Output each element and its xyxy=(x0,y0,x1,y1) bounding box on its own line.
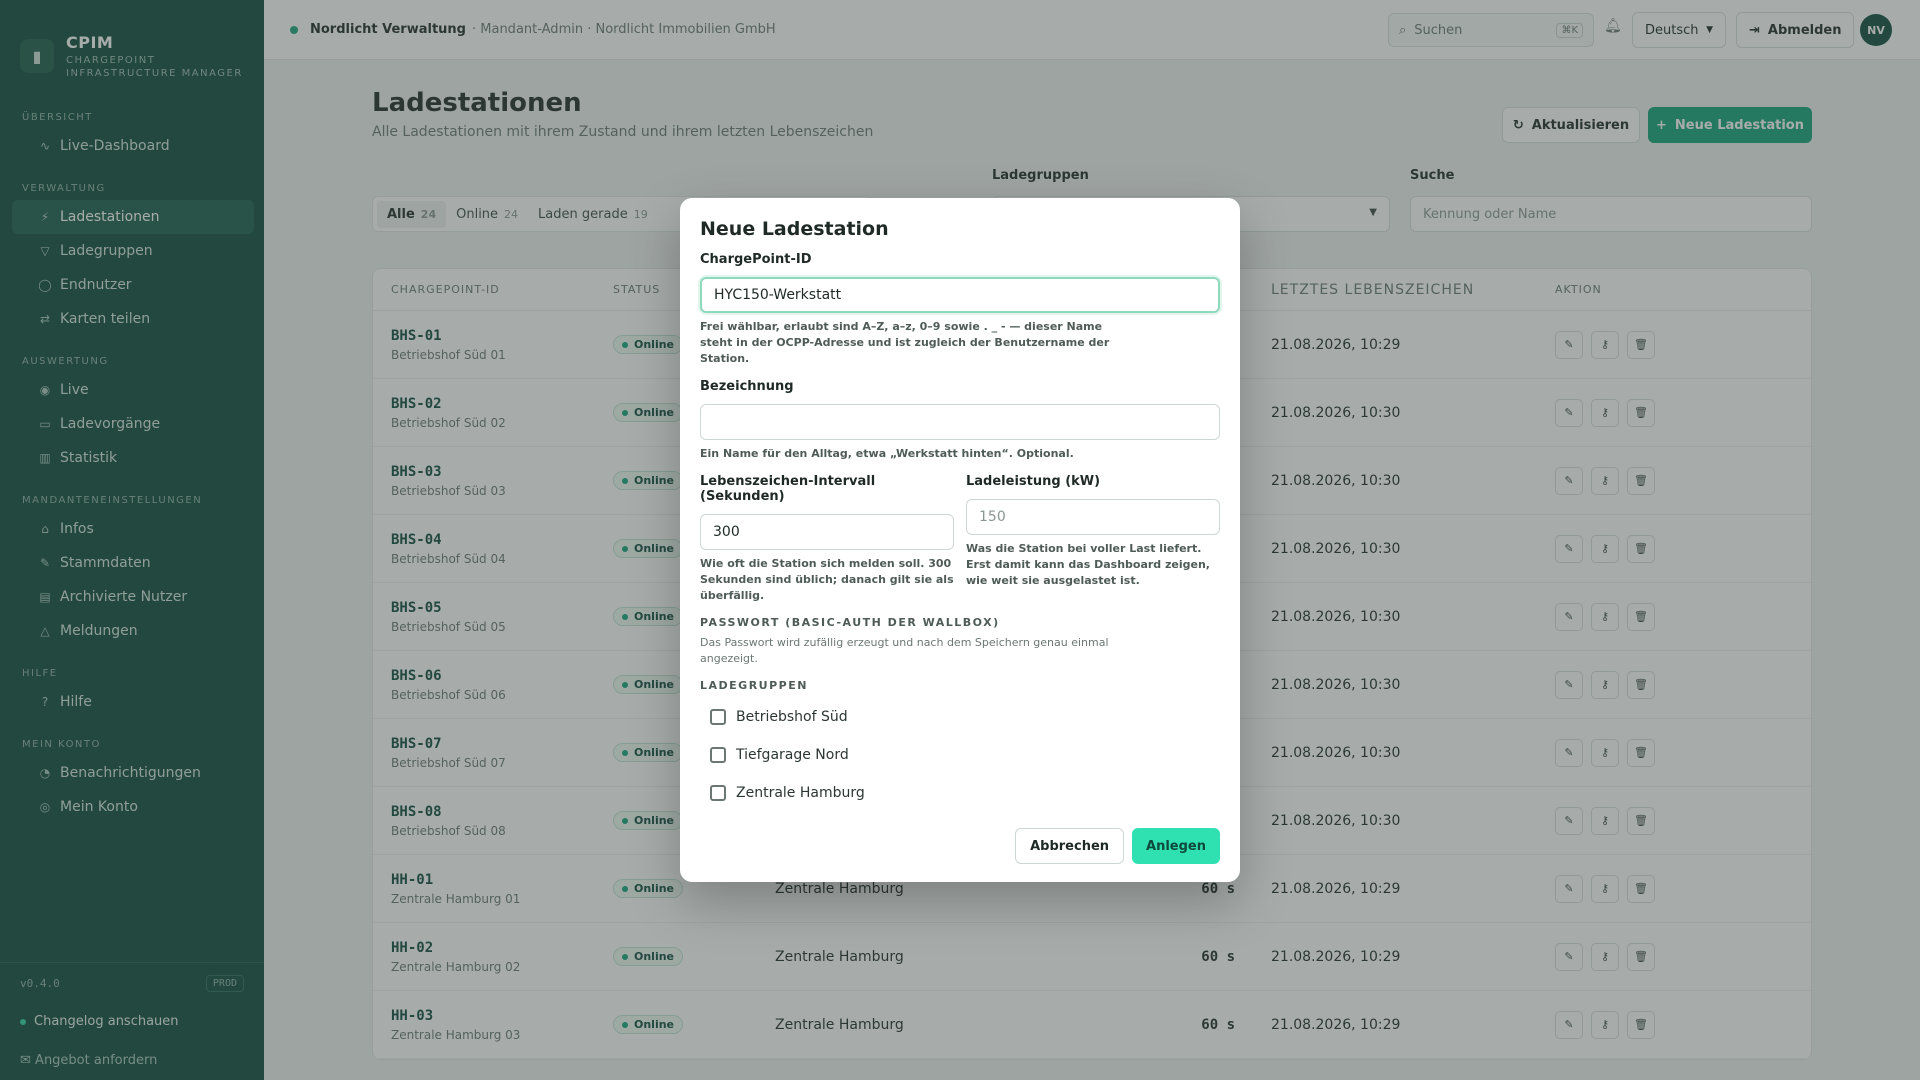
groups-checkbox-list: Betriebshof Süd Tiefgarage Nord Zentrale… xyxy=(700,698,1220,812)
group-checkbox-label: Tiefgarage Nord xyxy=(736,747,849,763)
interval-hint: Wie oft die Station sich melden soll. 30… xyxy=(700,557,954,602)
checkbox[interactable] xyxy=(710,747,726,763)
group-checkbox-label: Zentrale Hamburg xyxy=(736,785,865,801)
checkbox[interactable] xyxy=(710,709,726,725)
interval-input[interactable]: 300 xyxy=(700,514,954,550)
name-label: Bezeichnung xyxy=(700,379,794,394)
group-checkbox-row[interactable]: Zentrale Hamburg xyxy=(700,774,1220,812)
power-label: Ladeleistung (kW) xyxy=(966,474,1101,489)
new-station-dialog: Neue Ladestation ChargePoint-ID HYC150-W… xyxy=(680,198,1240,882)
groups-caption: LADEGRUPPEN xyxy=(700,679,808,692)
name-hint: Ein Name für den Alltag, etwa „Werkstatt… xyxy=(700,447,1074,460)
dialog-actions: Abbrechen Anlegen xyxy=(1015,828,1220,864)
checkbox[interactable] xyxy=(710,785,726,801)
chargepoint-id-label: ChargePoint-ID xyxy=(700,252,812,267)
password-caption: PASSWORT (BASIC-AUTH DER WALLBOX) xyxy=(700,616,1000,629)
group-checkbox-label: Betriebshof Süd xyxy=(736,709,848,725)
name-input[interactable] xyxy=(700,404,1220,440)
chargepoint-id-input[interactable]: HYC150-Werkstatt xyxy=(700,277,1220,313)
interval-label: Lebenszeichen-Intervall (Sekunden) xyxy=(700,474,876,504)
group-checkbox-row[interactable]: Betriebshof Süd xyxy=(700,698,1220,736)
cancel-button[interactable]: Abbrechen xyxy=(1015,828,1125,864)
power-input[interactable]: 150 xyxy=(966,499,1220,535)
dialog-title: Neue Ladestation xyxy=(700,218,889,240)
power-hint: Was die Station bei voller Last liefert.… xyxy=(966,542,1210,587)
password-text: Das Passwort wird zufällig erzeugt und n… xyxy=(700,636,1109,665)
group-checkbox-row[interactable]: Tiefgarage Nord xyxy=(700,736,1220,774)
create-button[interactable]: Anlegen xyxy=(1132,828,1220,864)
chargepoint-id-hint: Frei wählbar, erlaubt sind A–Z, a–z, 0–9… xyxy=(700,320,1110,365)
